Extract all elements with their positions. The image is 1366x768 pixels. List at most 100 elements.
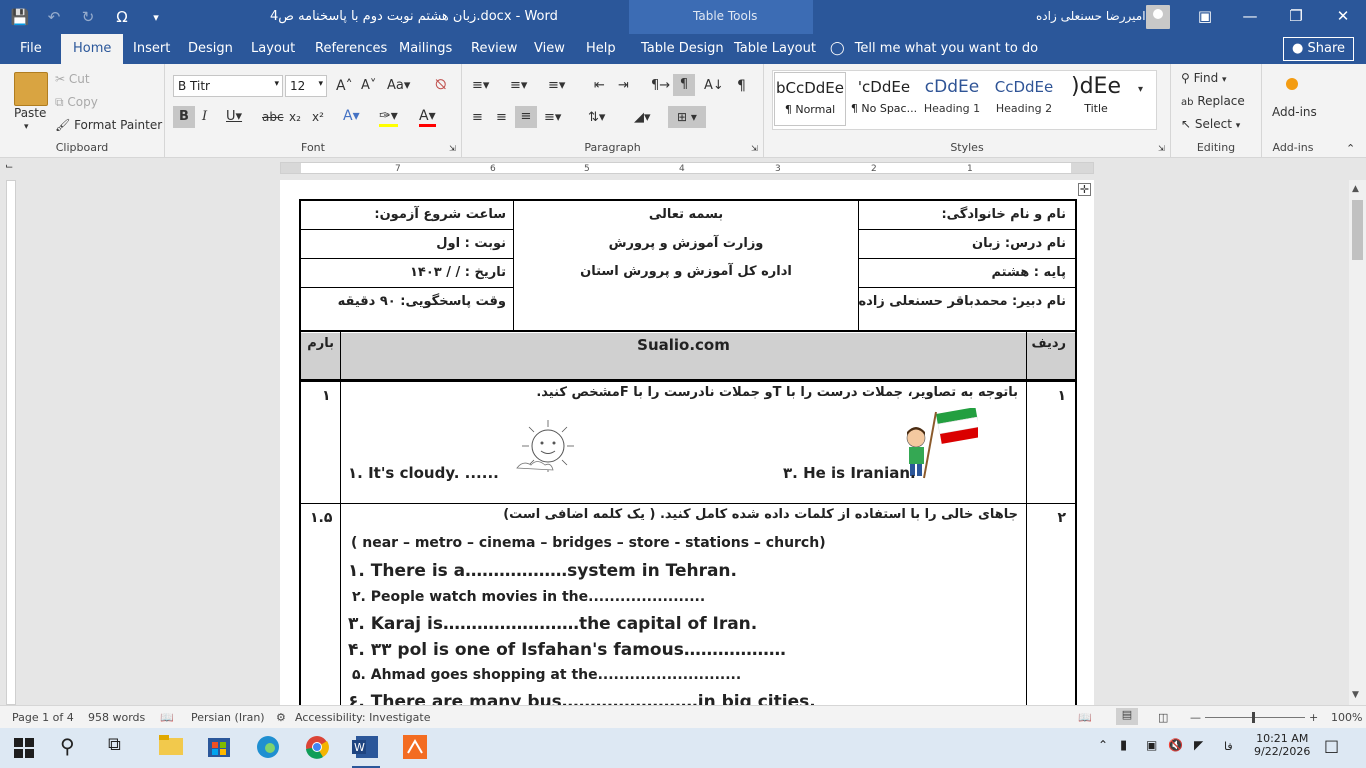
zoom-in-icon[interactable]: +	[1309, 711, 1318, 724]
style-heading-1[interactable]: cDdEe Heading 1	[916, 72, 988, 126]
word-count[interactable]: 958 words	[88, 711, 145, 724]
network-icon[interactable]: ◤	[1194, 738, 1222, 766]
scroll-down-icon[interactable]: ▼	[1352, 690, 1359, 700]
styles-dialog-launcher-icon[interactable]: ⇲	[1158, 144, 1165, 153]
notifications-icon[interactable]: □	[1324, 736, 1352, 764]
font-size-box[interactable]: 12 ▾	[285, 75, 327, 97]
close-icon[interactable]: ✕	[1333, 7, 1353, 25]
tab-home[interactable]: Home	[61, 34, 124, 64]
minimize-icon[interactable]: —	[1240, 7, 1260, 25]
decrease-indent-icon[interactable]: ⇤	[594, 78, 605, 93]
search-icon[interactable]: ⚲	[60, 734, 88, 762]
redo-icon[interactable]: ↻	[78, 8, 98, 26]
grow-font-icon[interactable]: A˄	[336, 78, 353, 94]
input-language[interactable]: فا	[1224, 740, 1252, 768]
bullets-icon[interactable]: ≡▾	[472, 78, 489, 93]
clear-formatting-icon[interactable]: ⦰	[435, 77, 446, 93]
app-icon[interactable]	[402, 734, 430, 762]
store-icon[interactable]	[206, 734, 234, 762]
superscript-button[interactable]: x²	[312, 110, 324, 124]
sort-icon[interactable]: A↓	[704, 78, 724, 93]
edge-icon[interactable]	[255, 734, 283, 762]
collapse-ribbon-icon[interactable]: ⌃	[1346, 142, 1355, 155]
scroll-thumb[interactable]	[1352, 200, 1363, 260]
battery-icon[interactable]: ▮	[1120, 738, 1148, 766]
maximize-icon[interactable]: ❐	[1286, 7, 1306, 25]
scroll-up-icon[interactable]: ▲	[1352, 184, 1359, 194]
font-color-icon[interactable]: A▾	[419, 108, 436, 127]
vertical-scrollbar[interactable]: ▲ ▼	[1349, 180, 1366, 705]
select-button[interactable]: ↖ Select ▾	[1181, 117, 1240, 131]
paste-button[interactable]: Paste	[14, 106, 46, 120]
shrink-font-icon[interactable]: A˅	[361, 78, 376, 93]
zoom-slider[interactable]	[1205, 717, 1305, 718]
cut-button[interactable]: ✂ Cut	[55, 72, 90, 86]
find-button[interactable]: ⚲ Find ▾	[1181, 71, 1227, 85]
print-layout-icon[interactable]: ▤	[1116, 708, 1138, 725]
vertical-ruler[interactable]	[6, 180, 16, 705]
italic-button[interactable]: I	[202, 109, 207, 124]
zoom-out-icon[interactable]: —	[1190, 711, 1201, 724]
page-count[interactable]: Page 1 of 4	[12, 711, 74, 724]
accessibility-status[interactable]: Accessibility: Investigate	[295, 711, 431, 724]
show-formatting-icon[interactable]: ¶	[737, 78, 746, 94]
align-right-icon[interactable]: ≡	[515, 106, 537, 128]
share-button[interactable]: ● Share	[1283, 37, 1354, 61]
numbering-icon[interactable]: ≡▾	[510, 78, 527, 93]
zoom-slider-thumb[interactable]	[1252, 712, 1255, 723]
tab-insert[interactable]: Insert	[133, 41, 170, 56]
style-no-spacing[interactable]: 'cDdEe ¶ No Spac...	[848, 72, 920, 126]
customize-qat-icon[interactable]: ▾	[146, 11, 166, 24]
text-effects-icon[interactable]: A▾	[343, 108, 360, 124]
multilevel-list-icon[interactable]: ≡▾	[548, 78, 565, 93]
paragraph-dialog-launcher-icon[interactable]: ⇲	[751, 144, 758, 153]
tab-references[interactable]: References	[315, 41, 387, 56]
underline-button[interactable]: U▾	[226, 109, 242, 124]
tab-table-design[interactable]: Table Design	[641, 41, 724, 56]
style-heading-2[interactable]: CcDdEe Heading 2	[988, 72, 1060, 126]
system-clock[interactable]: 10:21 AM 9/22/2026	[1254, 732, 1310, 758]
windows-start-icon[interactable]	[14, 738, 34, 758]
symbol-icon[interactable]: Ω	[112, 8, 132, 26]
align-left-icon[interactable]: ≡	[472, 110, 483, 125]
shading-icon[interactable]: ◢▾	[634, 110, 651, 125]
subscript-button[interactable]: x₂	[289, 110, 301, 124]
ltr-direction-icon[interactable]: ¶→	[651, 78, 670, 93]
language-status[interactable]: Persian (Iran)	[191, 711, 265, 724]
rtl-direction-icon[interactable]: ¶	[673, 74, 695, 96]
tab-mailings[interactable]: Mailings	[399, 41, 452, 56]
volume-muted-icon[interactable]: 🔇	[1168, 738, 1196, 766]
styles-more-icon[interactable]: ▾	[1138, 84, 1143, 95]
undo-icon[interactable]: ↶	[44, 8, 64, 26]
style-title[interactable]: )dEe Title	[1060, 72, 1132, 126]
table-move-handle-icon[interactable]: ✛	[1078, 183, 1091, 196]
strikethrough-button[interactable]: abc	[262, 110, 284, 124]
line-spacing-icon[interactable]: ⇅▾	[588, 110, 605, 125]
tell-me-box[interactable]: ◯ Tell me what you want to do	[830, 41, 1038, 56]
format-painter-button[interactable]: 🖌 Format Painter	[55, 118, 162, 132]
avatar[interactable]	[1146, 5, 1170, 29]
change-case-icon[interactable]: Aa▾	[387, 78, 410, 93]
replace-button[interactable]: ab Replace	[1181, 94, 1245, 108]
task-view-icon[interactable]: ⧉	[108, 734, 136, 762]
chrome-icon[interactable]	[304, 734, 332, 762]
align-center-icon[interactable]: ≡	[496, 110, 507, 125]
document-page[interactable]: ✛ نام و نام خانوادگی: نام درس: زبان پایه…	[280, 180, 1094, 705]
highlight-icon[interactable]: ✑▾	[379, 108, 398, 127]
read-mode-icon[interactable]: 📖	[1078, 711, 1092, 724]
tab-selector-icon[interactable]: ⌙	[5, 161, 13, 172]
tab-table-layout[interactable]: Table Layout	[734, 41, 816, 56]
addins-button[interactable]: Add-ins	[1272, 105, 1317, 119]
accessibility-icon[interactable]: ⚙	[276, 711, 286, 724]
horizontal-ruler[interactable]: ⌙ 7 6 5 4 3 2 1	[0, 158, 1366, 178]
font-dialog-launcher-icon[interactable]: ⇲	[449, 144, 456, 153]
word-taskbar-icon[interactable]: W	[352, 734, 380, 768]
tab-design[interactable]: Design	[188, 41, 233, 56]
addins-icon[interactable]	[1286, 78, 1298, 90]
style-normal[interactable]: bCcDdEe ¶ Normal	[774, 72, 846, 126]
copy-button[interactable]: ⧉ Copy	[55, 95, 98, 110]
user-name[interactable]: امیررضا حسنعلی زاده	[1036, 9, 1146, 23]
bold-button[interactable]: B	[173, 106, 195, 128]
paste-icon[interactable]	[14, 72, 48, 106]
font-name-box[interactable]: B Titr ▾	[173, 75, 283, 97]
